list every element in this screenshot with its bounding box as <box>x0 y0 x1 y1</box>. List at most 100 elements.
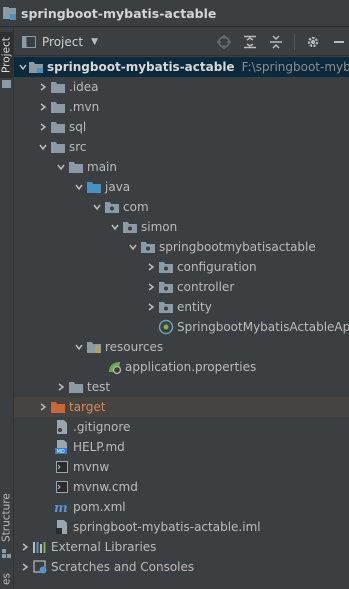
chevron-right-icon[interactable] <box>36 77 50 97</box>
folder-icon <box>50 99 66 115</box>
package-icon <box>140 239 156 255</box>
tree-row-mvnw[interactable]: mvnw <box>14 457 349 477</box>
spring-properties-icon <box>106 359 122 375</box>
mvn-label: .mvn <box>69 100 100 114</box>
minimize-icon[interactable] <box>331 34 347 50</box>
entity-label: entity <box>177 300 212 314</box>
script-file-icon <box>54 459 70 475</box>
tree-row-sql[interactable]: sql <box>14 117 349 137</box>
locate-file-icon[interactable] <box>216 34 232 50</box>
scratches-label: Scratches and Consoles <box>51 560 195 574</box>
chevron-right-icon[interactable] <box>54 377 68 397</box>
gear-icon[interactable] <box>305 34 321 50</box>
simon-label: simon <box>141 220 178 234</box>
resources-label: resources <box>105 340 164 354</box>
script-file-icon <box>54 479 70 495</box>
tree-row-main[interactable]: main <box>14 157 349 177</box>
iml-label: springboot-mybatis-actable.iml <box>73 520 261 534</box>
favorites-tool-tab[interactable]: es <box>0 569 13 589</box>
tree-row-test[interactable]: test <box>14 377 349 397</box>
chevron-right-icon[interactable] <box>36 117 50 137</box>
chevron-right-icon[interactable] <box>144 257 158 277</box>
tree-row-app-class[interactable]: SpringbootMybatisActableAp <box>14 317 349 337</box>
app-class-label: SpringbootMybatisActableAp <box>177 320 349 334</box>
package-icon <box>158 299 174 315</box>
package-icon <box>158 259 174 275</box>
chevron-down-icon[interactable] <box>126 237 140 257</box>
chevron-right-icon[interactable] <box>144 297 158 317</box>
chevron-right-icon[interactable] <box>18 557 32 577</box>
tree-row-app-properties[interactable]: application.properties <box>14 357 349 377</box>
mvnw-cmd-label: mvnw.cmd <box>73 480 138 494</box>
package-icon <box>122 219 138 235</box>
project-tab-folder-icon <box>2 80 11 88</box>
chevron-right-icon[interactable] <box>36 397 50 417</box>
chevron-down-icon[interactable] <box>90 197 104 217</box>
tree-row-com[interactable]: com <box>14 197 349 217</box>
structure-icon <box>2 547 11 558</box>
tree-row-controller[interactable]: controller <box>14 277 349 297</box>
module-folder-icon <box>28 59 44 75</box>
tree-row-src[interactable]: src <box>14 137 349 157</box>
view-selector[interactable]: Project ▼ <box>22 32 98 52</box>
tree-row-mvn[interactable]: .mvn <box>14 97 349 117</box>
idea-label: .idea <box>69 80 99 94</box>
project-view-icon <box>22 35 36 49</box>
chevron-down-icon[interactable] <box>108 217 122 237</box>
tree-row-scratches[interactable]: Scratches and Consoles <box>14 557 349 577</box>
tree-row-help[interactable]: MD HELP.md <box>14 437 349 457</box>
tree-row-idea[interactable]: .idea <box>14 77 349 97</box>
src-label: src <box>69 140 87 154</box>
chevron-right-icon[interactable] <box>36 97 50 117</box>
tree-row-configuration[interactable]: configuration <box>14 257 349 277</box>
structure-tool-tab[interactable]: Structure <box>0 490 13 546</box>
chevron-right-icon[interactable] <box>144 277 158 297</box>
project-tool-tab[interactable]: Project <box>0 32 13 78</box>
test-label: test <box>87 380 111 394</box>
project-icon <box>2 5 18 21</box>
spring-boot-class-icon <box>158 319 174 335</box>
project-name: springboot-mybatis-actable <box>21 5 217 21</box>
controller-label: controller <box>177 280 235 294</box>
tree-row-external-libraries[interactable]: External Libraries <box>14 537 349 557</box>
toolbar-separator <box>294 34 295 50</box>
view-selector-label: Project <box>42 34 84 49</box>
chevron-down-icon[interactable] <box>18 57 28 77</box>
chevron-down-icon[interactable] <box>72 177 86 197</box>
tree-row-java[interactable]: java <box>14 177 349 197</box>
tree-row-target[interactable]: target <box>14 397 349 417</box>
title-bar: springboot-mybatis-actable <box>0 0 349 27</box>
package-icon <box>104 199 120 215</box>
libraries-icon <box>32 539 48 555</box>
module-file-icon <box>54 519 70 535</box>
svg-text:m: m <box>54 501 68 515</box>
tree-row-mvnw-cmd[interactable]: mvnw.cmd <box>14 477 349 497</box>
target-label: target <box>69 400 106 414</box>
main-label: main <box>87 160 117 174</box>
chevron-right-icon[interactable] <box>18 537 32 557</box>
tree-row-entity[interactable]: entity <box>14 297 349 317</box>
java-label: java <box>105 180 131 194</box>
project-tree: springboot-mybatis-actable F:\springboot… <box>14 57 349 577</box>
tree-row-gitignore[interactable]: .gitignore <box>14 417 349 437</box>
expand-all-icon[interactable] <box>242 34 258 50</box>
chevron-down-icon[interactable] <box>72 337 86 357</box>
gitignore-label: .gitignore <box>73 420 131 434</box>
external-libraries-label: External Libraries <box>51 540 157 554</box>
tree-row-resources[interactable]: resources <box>14 337 349 357</box>
tree-row-simon[interactable]: simon <box>14 217 349 237</box>
excluded-folder-icon <box>50 399 66 415</box>
resources-folder-icon <box>86 339 102 355</box>
tree-row-package[interactable]: springbootmybatisactable <box>14 237 349 257</box>
project-toolbar: Project ▼ <box>14 28 349 56</box>
tree-row-iml[interactable]: springboot-mybatis-actable.iml <box>14 517 349 537</box>
help-label: HELP.md <box>73 440 125 454</box>
folder-icon <box>50 119 66 135</box>
collapse-all-icon[interactable] <box>268 34 284 50</box>
tree-row-root[interactable]: springboot-mybatis-actable F:\springboot… <box>14 57 349 77</box>
tree-row-pom[interactable]: m pom.xml <box>14 497 349 517</box>
gitignore-file-icon <box>54 419 70 435</box>
chevron-down-icon[interactable] <box>36 137 50 157</box>
folder-icon <box>68 379 84 395</box>
chevron-down-icon[interactable] <box>54 157 68 177</box>
